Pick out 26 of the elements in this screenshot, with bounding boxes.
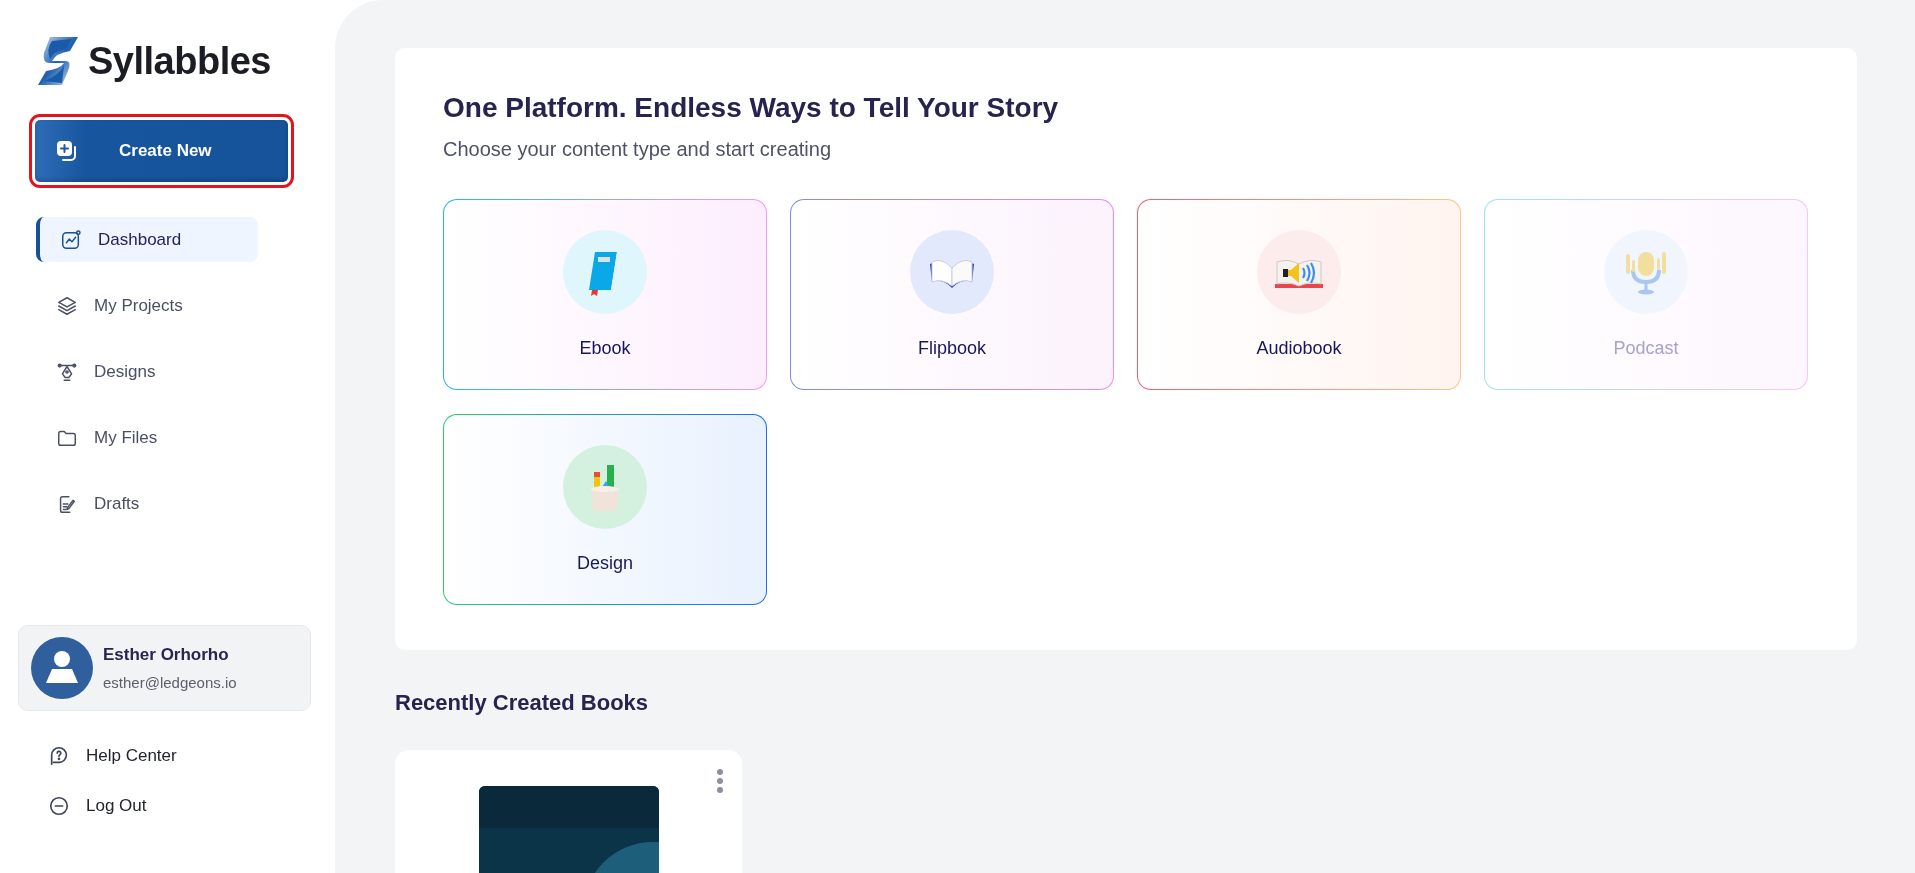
footer-link[interactable]: Log Out (48, 791, 335, 821)
logo-icon (36, 35, 80, 87)
section-title: Recently Created Books (395, 690, 650, 716)
chart-icon (60, 228, 82, 251)
help-icon (48, 745, 70, 767)
layers-icon (56, 294, 78, 317)
footer-link[interactable]: Help Center (48, 741, 335, 771)
minus-circle-icon (48, 795, 70, 817)
user-email: esther@ledgeons.io (103, 674, 237, 691)
user-name: Esther Orhorho (103, 645, 230, 665)
nav-item[interactable]: Designs (36, 349, 258, 394)
page-title: One Platform. Endless Ways to Tell Your Story (443, 92, 1060, 124)
nav-item[interactable]: My Projects (36, 283, 258, 328)
page-subtitle: Choose your content type and start creating (443, 138, 832, 161)
nav-item[interactable]: Drafts (36, 481, 258, 526)
profile-card[interactable]: Esther Orhorho esther@ledgeons.io (18, 625, 311, 711)
avatar-icon (31, 637, 93, 699)
more-icon[interactable] (716, 768, 724, 794)
content-type-card[interactable]: Design (443, 414, 767, 605)
nav-item[interactable]: My Files (36, 415, 258, 460)
content-type-card[interactable]: Ebook (443, 199, 767, 390)
content-type-card[interactable]: Audiobook (1137, 199, 1461, 390)
add-icon (55, 139, 79, 163)
nav-item[interactable]: Dashboard (36, 217, 258, 262)
brand-name: Syllabbles (88, 39, 271, 83)
content-type-card[interactable]: Flipbook (790, 199, 1114, 390)
